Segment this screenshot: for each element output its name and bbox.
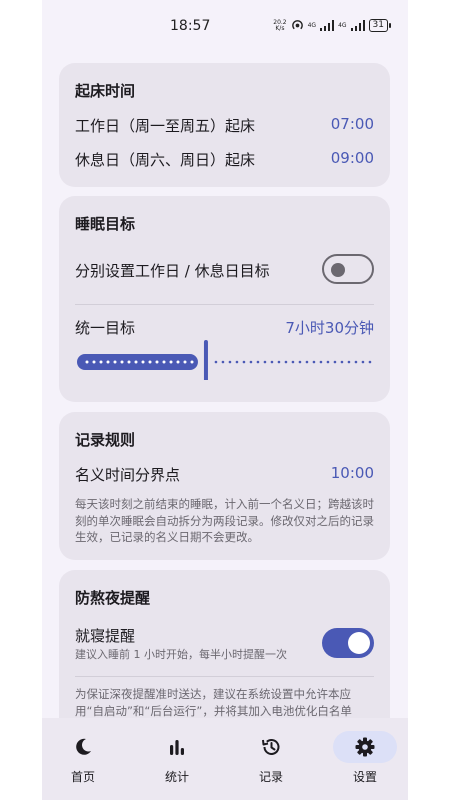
slider-tick-dot xyxy=(228,360,232,364)
slider-tick-dot xyxy=(249,360,253,364)
toggle-knob xyxy=(348,632,370,654)
nav-item-settings[interactable]: 设置 xyxy=(325,718,405,800)
slider-tick-dot xyxy=(92,360,96,364)
boundary-description: 每天该时刻之前结束的睡眠，计入前一个名义日；跨越该时刻的单次睡眠会自动拆分为两段… xyxy=(75,497,374,544)
slider-tick-dot xyxy=(305,360,309,364)
slider-tick-dot xyxy=(291,360,295,364)
status-icons: 20.2 K/s 4G 4G 31 xyxy=(273,19,392,32)
slider-tick-dot xyxy=(312,360,316,364)
network-speed-unit: K/s xyxy=(275,24,285,32)
hotspot-icon xyxy=(291,20,303,30)
slider-tick-dot xyxy=(169,360,173,364)
sleep-goal-card: 睡眠目标 分别设置工作日 / 休息日目标 统一目标 7小时30分钟 xyxy=(59,196,390,402)
slider-tick-dot xyxy=(326,360,330,364)
slider-tick-dot xyxy=(127,360,131,364)
unified-goal-value: 7小时30分钟 xyxy=(285,319,374,337)
slider-tick-dot xyxy=(333,360,337,364)
restday-wake-row[interactable]: 休息日（周六、周日）起床 09:00 xyxy=(59,143,390,175)
toggle-knob xyxy=(331,263,345,277)
gear-icon xyxy=(355,737,375,757)
slider-tick-dot xyxy=(141,360,145,364)
unified-goal-label: 统一目标 xyxy=(75,319,136,337)
signal1-tag: 4G xyxy=(307,22,317,29)
slider-tick-dot xyxy=(347,360,351,364)
status-time: 18:57 xyxy=(170,18,211,34)
slider-tick-dot xyxy=(221,360,225,364)
battery-icon: 31 xyxy=(368,19,392,32)
anti-late-title: 防熬夜提醒 xyxy=(75,589,151,607)
restday-wake-label: 休息日（周六、周日）起床 xyxy=(75,151,256,169)
sleep-goal-title: 睡眠目标 xyxy=(75,215,136,233)
slider-tick-dot xyxy=(242,360,246,364)
slider-tick-dot xyxy=(340,360,344,364)
slider-tick-dot xyxy=(113,360,117,364)
nav-label-stats: 统计 xyxy=(164,770,189,784)
slider-tick-dot xyxy=(155,360,159,364)
signal-icon-2 xyxy=(350,20,365,31)
slider-tick-dot xyxy=(120,360,124,364)
nav-label-records: 记录 xyxy=(258,770,283,784)
network-speed: 20.2 K/s xyxy=(273,19,286,32)
nav-item-records[interactable]: 记录 xyxy=(231,718,311,800)
slider-tick-dot xyxy=(235,360,239,364)
slider-tick-dot xyxy=(263,360,267,364)
nav-label-home: 首页 xyxy=(70,770,95,784)
history-icon xyxy=(262,739,280,755)
slider-tick-dot xyxy=(284,360,288,364)
nav-item-home[interactable]: 首页 xyxy=(43,718,123,800)
signal2-tag: 4G xyxy=(338,22,347,29)
slider-tick-dot xyxy=(354,360,358,364)
slider-tick-dot xyxy=(148,360,152,364)
divider xyxy=(75,304,374,305)
bottom-navigation: 首页 统计 记录 设置 xyxy=(42,718,408,800)
background-run-note: 为保证深夜提醒准时送达，建议在系统设置中允许本应用“自启动”和“后台运行”，并将… xyxy=(75,687,352,718)
nav-label-settings: 设置 xyxy=(352,770,377,784)
boundary-time-row[interactable]: 名义时间分界点 10:00 xyxy=(59,458,390,490)
bedtime-reminder-label: 就寝提醒 xyxy=(75,627,136,645)
slider-tick-dot xyxy=(162,360,166,364)
slider-tick-dot xyxy=(134,360,138,364)
boundary-time-value: 10:00 xyxy=(330,464,374,482)
signal-icon xyxy=(320,20,335,31)
slider-tick-dot xyxy=(256,360,260,364)
wake-time-card: 起床时间 工作日（周一至周五）起床 07:00 休息日（周六、周日）起床 09:… xyxy=(59,63,390,187)
settings-screen: 18:57 20.2 K/s 4G 4G 31 起床时间 工作日（周一至周五）起… xyxy=(42,0,408,800)
bar-chart-icon xyxy=(170,740,184,755)
slider-handle xyxy=(203,340,208,380)
wake-time-title: 起床时间 xyxy=(75,82,136,100)
slider-tick-dot xyxy=(361,360,365,364)
slider-tick-dot xyxy=(85,360,89,364)
workday-wake-row[interactable]: 工作日（周一至周五）起床 07:00 xyxy=(59,109,390,141)
bedtime-reminder-subtitle: 建议入睡前 1 小时开始，每半小时提醒一次 xyxy=(75,648,287,661)
slider-tick-dot xyxy=(270,360,274,364)
divider xyxy=(75,676,374,677)
slider-tick-dot xyxy=(277,360,281,364)
moon-icon xyxy=(76,738,91,755)
separate-goal-toggle[interactable] xyxy=(322,254,374,284)
slider-tick-dot xyxy=(190,360,194,364)
slider-tick-dot xyxy=(214,360,218,364)
workday-wake-label: 工作日（周一至周五）起床 xyxy=(75,117,256,135)
slider-tick-dot xyxy=(368,360,372,364)
bedtime-reminder-toggle[interactable] xyxy=(322,628,374,658)
boundary-time-label: 名义时间分界点 xyxy=(75,466,181,484)
sleep-goal-slider[interactable] xyxy=(77,340,373,380)
separate-goal-label: 分别设置工作日 / 休息日目标 xyxy=(75,262,270,280)
record-rules-title: 记录规则 xyxy=(75,431,136,449)
slider-tick-dot xyxy=(298,360,302,364)
record-rules-card: 记录规则 名义时间分界点 10:00 每天该时刻之前结束的睡眠，计入前一个名义日… xyxy=(59,412,390,560)
nav-item-stats[interactable]: 统计 xyxy=(137,718,217,800)
slider-tick-dot xyxy=(176,360,180,364)
slider-tick-dot xyxy=(319,360,323,364)
restday-wake-value: 09:00 xyxy=(330,149,374,167)
slider-tick-dot xyxy=(183,360,187,364)
workday-wake-value: 07:00 xyxy=(330,115,374,133)
slider-tick-dot xyxy=(99,360,103,364)
status-bar: 18:57 20.2 K/s 4G 4G 31 xyxy=(42,0,408,52)
slider-tick-dot xyxy=(106,360,110,364)
